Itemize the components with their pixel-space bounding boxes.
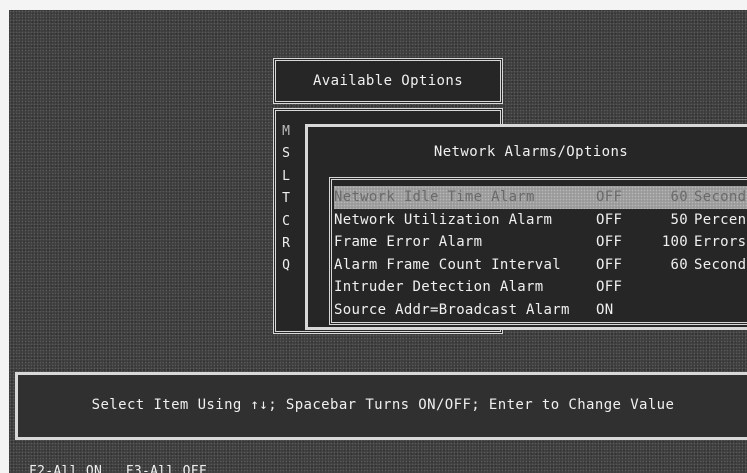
alarm-state: OFF <box>596 189 623 205</box>
network-alarms-title: Network Alarms/Options <box>433 144 629 160</box>
available-options-list: MSLTCRQ <box>279 121 293 278</box>
alarm-value: 60 <box>670 256 688 273</box>
alarm-state: OFF <box>596 211 623 228</box>
alarm-state: ON <box>596 301 614 318</box>
alarm-unit: Errors <box>694 234 747 251</box>
function-key-bar: F2-All ON F3-All OFF <box>29 460 221 473</box>
alarm-state: OFF <box>596 279 623 296</box>
alarm-row[interactable]: Network Utilization Alarm OFF 50 Percent <box>334 209 747 232</box>
alarm-state: OFF <box>596 234 623 251</box>
alarm-value: 60 <box>670 189 688 205</box>
all-off-key[interactable]: F3-All OFF <box>126 464 207 473</box>
alarm-state: OFF <box>596 256 623 273</box>
option-letter-s[interactable]: S <box>279 143 293 165</box>
alarm-unit: Percent <box>694 211 747 228</box>
option-letter-l[interactable]: L <box>279 166 293 188</box>
alarm-unit: Seconds <box>694 189 747 205</box>
alarm-value: 100 <box>661 234 688 251</box>
option-letter-t[interactable]: T <box>279 188 293 210</box>
alarm-name: Frame Error Alarm <box>334 234 483 251</box>
alarm-list: Network Idle Time AlarmOFF60SecondsNetwo… <box>334 186 747 322</box>
status-bar: Select Item Using ↑↓; Spacebar Turns ON/… <box>15 372 747 440</box>
status-instructions: Select Item Using ↑↓; Spacebar Turns ON/… <box>91 397 675 413</box>
network-alarms-window: Network Alarms/Options Network Idle Time… <box>305 124 747 330</box>
available-options-title: Available Options <box>312 73 464 89</box>
alarm-value: 50 <box>670 211 688 228</box>
option-letter-r[interactable]: R <box>279 233 293 255</box>
terminal-screen: Available Options MSLTCRQ Network Alarms… <box>9 10 747 473</box>
option-letter-m[interactable]: M <box>279 121 293 143</box>
option-letter-c[interactable]: C <box>279 211 293 233</box>
all-on-key[interactable]: F2-All ON <box>29 464 102 473</box>
alarm-list-frame: Network Idle Time AlarmOFF60SecondsNetwo… <box>329 177 747 325</box>
alarm-name: Network Idle Time Alarm <box>334 189 535 205</box>
alarm-row[interactable]: Network Idle Time Alarm OFF 60 Seconds <box>334 186 747 209</box>
available-options-title-box: Available Options <box>273 58 503 104</box>
alarm-row[interactable]: Frame Error Alarm OFF 100 Errors <box>334 231 747 254</box>
alarm-name: Intruder Detection Alarm <box>334 279 544 296</box>
option-letter-q[interactable]: Q <box>279 255 293 277</box>
alarm-row[interactable]: Alarm Frame Count Interval OFF 60 Seconds <box>334 254 747 277</box>
alarm-unit: Seconds <box>694 256 747 273</box>
alarm-name: Source Addr=Broadcast Alarm <box>334 301 570 318</box>
alarm-row[interactable]: Intruder Detection Alarm OFF <box>334 276 747 299</box>
alarm-row[interactable]: Source Addr=Broadcast Alarm ON <box>334 299 747 322</box>
alarm-name: Network Utilization Alarm <box>334 211 553 228</box>
alarm-name: Alarm Frame Count Interval <box>334 256 561 273</box>
